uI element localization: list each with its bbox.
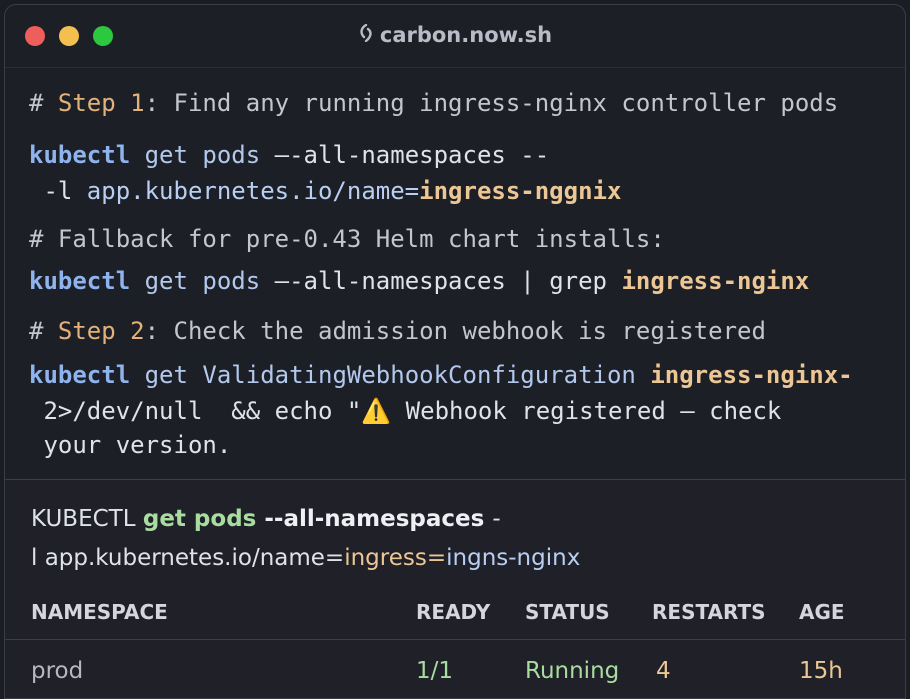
carbon-logo-icon bbox=[358, 23, 374, 47]
code-line-5: kubectl get pods —-all-namespaces | grep… bbox=[29, 267, 809, 295]
label-selector: app.kubernetes.io/name= bbox=[86, 177, 420, 205]
echo-text: Webhook registered — check bbox=[391, 397, 782, 425]
command-flags: l bbox=[31, 545, 45, 571]
header-status: STATUS bbox=[525, 600, 610, 624]
command-keyword: kubectl bbox=[29, 267, 131, 295]
code-line-3: -l app.kubernetes.io/name=ingress-nggnix bbox=[29, 177, 621, 205]
window-title: carbon.now.sh bbox=[5, 23, 905, 47]
command-flags: —-all-namespaces | grep bbox=[274, 267, 622, 295]
command-args: get pods bbox=[142, 506, 265, 532]
equals-sign: = bbox=[426, 545, 447, 571]
cell-age: 15h bbox=[799, 658, 843, 684]
command-flags: —-all-namespaces -- bbox=[274, 141, 550, 169]
cell-restarts: 4 bbox=[656, 658, 671, 684]
warning-icon: ⚠️ bbox=[361, 397, 392, 425]
step-label: Step 1 bbox=[57, 89, 145, 117]
output-command-line-1: KUBECTL get pods --all-namespaces - bbox=[31, 506, 501, 532]
command-args: get pods bbox=[130, 267, 275, 295]
command-prefix: KUBECTL bbox=[31, 506, 143, 532]
header-namespace: NAMESPACE bbox=[31, 600, 168, 624]
comment-text: # Fallback for pre-0.43 Helm chart insta… bbox=[29, 225, 665, 253]
cell-status: Running bbox=[525, 658, 620, 684]
code-line-4: # Fallback for pre-0.43 Helm chart insta… bbox=[29, 225, 665, 253]
redirect-text: 2>/dev/null && echo " bbox=[29, 397, 362, 425]
highlighted-value: ingress-nginx- bbox=[650, 361, 853, 389]
terminal-output: KUBECTL get pods --all-namespaces - l ap… bbox=[5, 480, 905, 698]
highlighted-value: ingress-nggnix bbox=[419, 177, 622, 205]
command-args: get pods bbox=[130, 141, 275, 169]
window-title-text: carbon.now.sh bbox=[379, 23, 553, 47]
highlighted-value: ingress-nginx bbox=[621, 267, 810, 295]
code-line-2: kubectl get pods —-all-namespaces -- bbox=[29, 141, 549, 169]
comment-text: : Find any running ingress-nginx control… bbox=[144, 89, 839, 117]
output-command-line-2: l app.kubernetes.io/name=ingress=ingns-n… bbox=[31, 545, 580, 571]
comment-hash: # bbox=[29, 89, 58, 117]
command-flags: --all-namespaces bbox=[264, 506, 493, 532]
cell-ready: 1/1 bbox=[416, 658, 454, 684]
code-line-1: # Step 1: Find any running ingress-nginx… bbox=[29, 89, 838, 117]
header-restarts: RESTARTS bbox=[652, 600, 766, 624]
code-line-8: 2>/dev/null && echo "⚠️ Webhook register… bbox=[29, 397, 781, 425]
highlighted-value-2: ingns-nginx bbox=[446, 545, 581, 571]
header-ready: READY bbox=[416, 600, 491, 624]
table-header-divider bbox=[5, 639, 905, 640]
comment-text: : Check the admission webhook is registe… bbox=[144, 317, 766, 345]
echo-text: your version. bbox=[29, 431, 232, 459]
command-keyword: kubectl bbox=[29, 141, 131, 169]
label-selector: app.kubernetes.io/name= bbox=[44, 545, 345, 571]
title-bar: carbon.now.sh bbox=[5, 5, 905, 68]
step-label: Step 2 bbox=[57, 317, 145, 345]
command-continuation: - bbox=[492, 506, 501, 532]
code-line-7: kubectl get ValidatingWebhookConfigurati… bbox=[29, 361, 853, 389]
command-args: get ValidatingWebhookConfiguration bbox=[130, 361, 651, 389]
comment-hash: # bbox=[29, 317, 58, 345]
code-line-6: # Step 2: Check the admission webhook is… bbox=[29, 317, 766, 345]
cell-namespace: prod bbox=[31, 658, 84, 684]
command-keyword: kubectl bbox=[29, 361, 131, 389]
code-line-9: your version. bbox=[29, 431, 231, 459]
header-age: AGE bbox=[799, 600, 845, 624]
carbon-window: carbon.now.sh # Step 1: Find any running… bbox=[4, 4, 906, 699]
command-flags: -l bbox=[29, 177, 87, 205]
highlighted-value: ingress bbox=[344, 545, 427, 571]
